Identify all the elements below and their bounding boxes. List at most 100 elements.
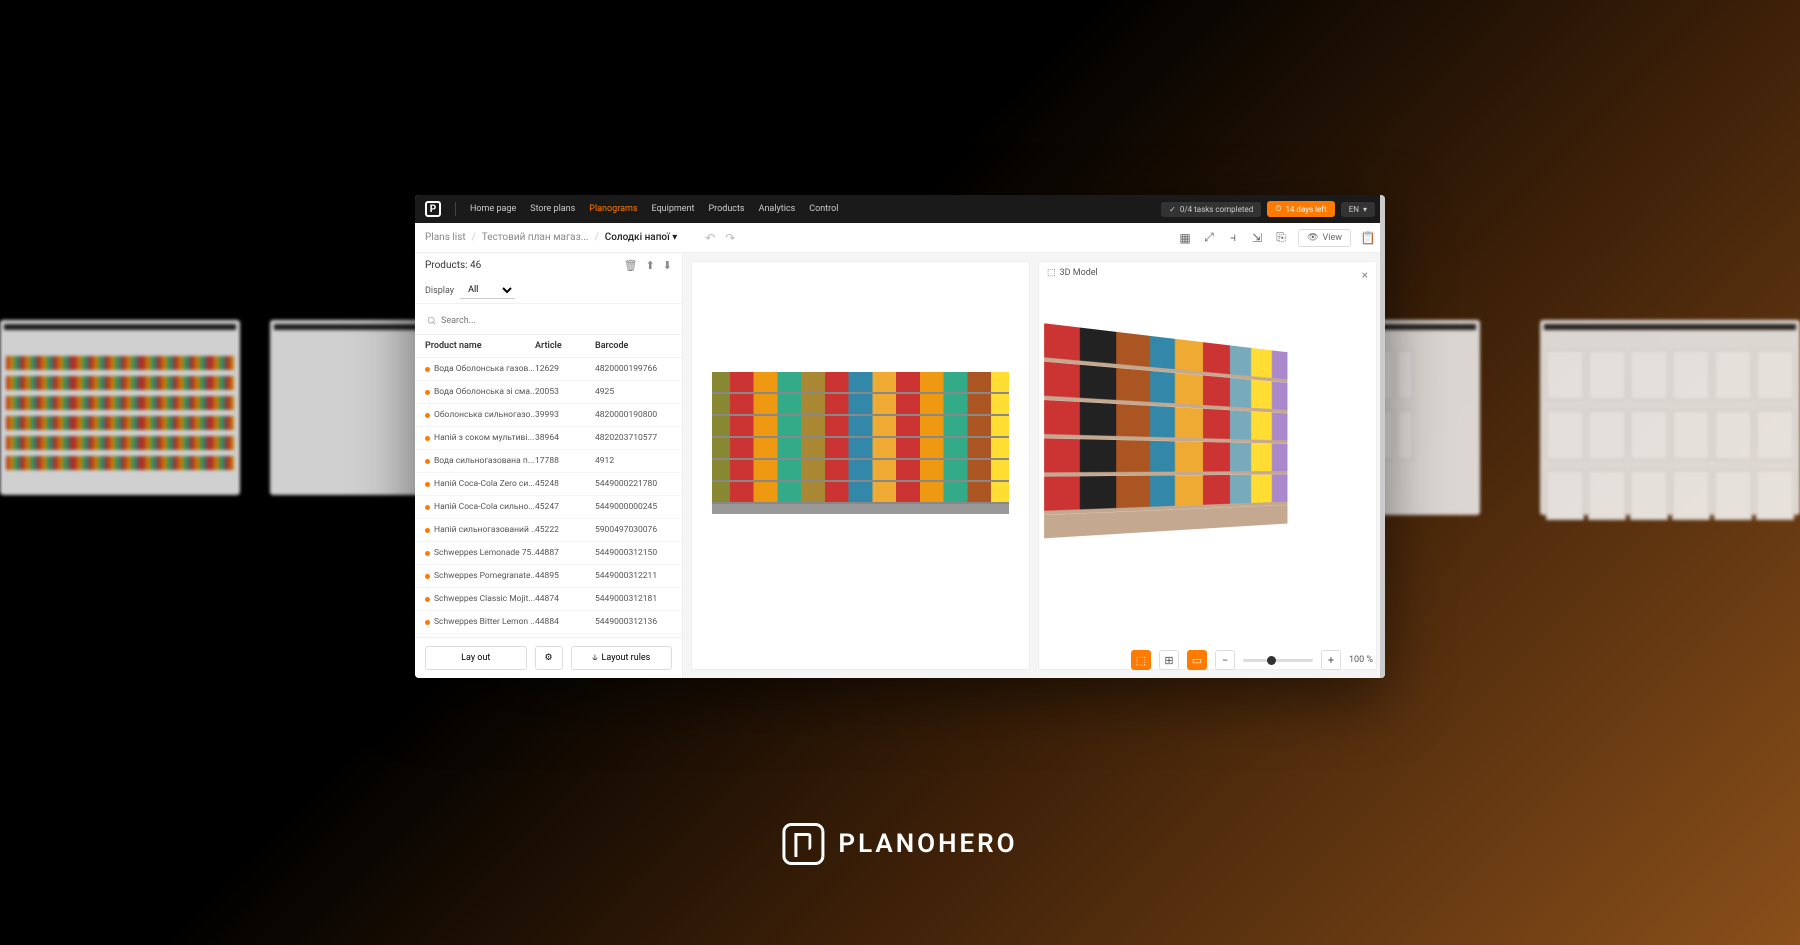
product-name: Напій сильногазований ...	[434, 525, 535, 535]
status-dot	[425, 459, 430, 464]
close-icon[interactable]: ×	[1362, 268, 1368, 282]
copy-icon[interactable]: ⎘	[1274, 231, 1288, 245]
layout-rules-button[interactable]: ⫝Layout rules	[571, 646, 673, 670]
product-article: 20053	[535, 387, 595, 397]
language-selector[interactable]: EN▾	[1341, 202, 1375, 217]
table-row[interactable]: Schweppes Classic Mojit...44874544900031…	[415, 588, 682, 611]
mode-btn-1[interactable]: ⬚	[1131, 650, 1151, 670]
table-row[interactable]: Schweppes Bitter Lemon ...44884544900031…	[415, 611, 682, 634]
nav-equipment[interactable]: Equipment	[652, 204, 695, 214]
table-row[interactable]: Напій з соком мультиві...389644820203710…	[415, 427, 682, 450]
zoom-value: 100 %	[1349, 655, 1373, 665]
display-filter: Display All	[415, 278, 682, 303]
calendar-icon[interactable]: 📋	[1361, 231, 1375, 245]
upload-icon[interactable]: ⬆	[646, 259, 655, 272]
status-dot	[425, 390, 430, 395]
product-name: Schweppes Classic Mojit...	[434, 594, 535, 604]
cube-icon: ⬚	[1047, 268, 1056, 278]
product-barcode: 5449000312136	[595, 617, 672, 627]
main-area: Products: 46 🗑 ⬆ ⬇ Display All Product n…	[415, 253, 1385, 678]
table-row[interactable]: Schweppes Lemonade 75...4488754490003121…	[415, 542, 682, 565]
product-article: 44895	[535, 571, 595, 581]
product-barcode: 4912	[595, 456, 672, 466]
product-name: Schweppes Bitter Lemon ...	[434, 617, 535, 627]
nav-planograms[interactable]: Planograms	[589, 204, 637, 214]
mode-btn-2[interactable]: ⊞	[1159, 650, 1179, 670]
grid-icon[interactable]: ▦	[1178, 231, 1192, 245]
table-row[interactable]: Напій сильногазований ...452225900497030…	[415, 519, 682, 542]
panel-3d-header: ⬚3D Model	[1047, 268, 1098, 278]
layout-settings-button[interactable]: ⚙	[535, 646, 563, 670]
status-dot	[425, 574, 430, 579]
nav-control[interactable]: Control	[809, 204, 838, 214]
product-name: Вода Оболонська зі сма...	[434, 387, 535, 397]
tasks-pill[interactable]: ✓0/4 tasks completed	[1161, 202, 1261, 217]
product-barcode: 5449000312150	[595, 548, 672, 558]
zoom-out-button[interactable]: −	[1215, 650, 1235, 670]
align-icon[interactable]: ⫞	[1226, 231, 1240, 245]
layout-button[interactable]: Lay out	[425, 646, 527, 670]
trial-pill[interactable]: ⏱14 days left	[1267, 201, 1335, 217]
table-row[interactable]: Оболонська сильногазо...3999348200001908…	[415, 404, 682, 427]
nav-products[interactable]: Products	[708, 204, 744, 214]
planogram-2d-panel[interactable]	[691, 261, 1030, 670]
nav-analytics[interactable]: Analytics	[759, 204, 796, 214]
product-name: Schweppes Pomegranate...	[434, 571, 535, 581]
download-icon[interactable]: ⬇	[663, 259, 672, 272]
zoom-in-button[interactable]: +	[1321, 650, 1341, 670]
zoom-controls: ⬚ ⊞ ▭ − + 100 %	[1131, 650, 1373, 670]
col-article[interactable]: Article	[535, 341, 595, 351]
product-article: 39993	[535, 410, 595, 420]
status-dot	[425, 482, 430, 487]
status-dot	[425, 620, 430, 625]
product-barcode: 4820203710577	[595, 433, 672, 443]
status-dot	[425, 597, 430, 602]
product-barcode: 5449000312181	[595, 594, 672, 604]
display-select[interactable]: All	[460, 282, 515, 299]
product-name: Напій з соком мультиві...	[434, 433, 534, 443]
col-barcode[interactable]: Barcode	[595, 341, 672, 351]
table-row[interactable]: Вода сильногазована п...177884912	[415, 450, 682, 473]
rules-icon: ⫝	[592, 653, 597, 663]
nav-storeplans[interactable]: Store plans	[530, 204, 575, 214]
planogram-3d-panel[interactable]: ⬚3D Model ×	[1038, 261, 1377, 670]
table-row[interactable]: Напій Coca-Cola Zero си...45248544900022…	[415, 473, 682, 496]
breadcrumb-item[interactable]: Тестовий план магаз...	[482, 232, 589, 243]
app-logo[interactable]: P	[425, 201, 441, 217]
status-dot	[425, 436, 430, 441]
nav-home[interactable]: Home page	[470, 204, 516, 214]
bg-window-preview	[1540, 320, 1800, 515]
delete-icon[interactable]: 🗑	[624, 259, 638, 272]
product-article: 45248	[535, 479, 595, 489]
redo-icon[interactable]: ↷	[723, 231, 737, 245]
top-navbar: P Home page Store plans Planograms Equip…	[415, 195, 1385, 223]
table-row[interactable]: Напій Coca-Cola сильно...452475449000000…	[415, 496, 682, 519]
search-input[interactable]	[425, 312, 672, 330]
mode-btn-3[interactable]: ▭	[1187, 650, 1207, 670]
fit-icon[interactable]: ⤢	[1202, 231, 1216, 245]
breadcrumb-item[interactable]: Plans list	[425, 232, 466, 243]
product-name: Напій Coca-Cola сильно...	[434, 502, 535, 512]
table-header: Product name Article Barcode	[415, 335, 682, 358]
table-row[interactable]: Вода Оболонська зі сма...200534925	[415, 381, 682, 404]
col-name[interactable]: Product name	[425, 341, 535, 351]
eye-icon: 👁	[1307, 233, 1318, 243]
sidebar-footer: Lay out ⚙ ⫝Layout rules	[415, 637, 682, 678]
status-dot	[425, 551, 430, 556]
export-icon[interactable]: ⇲	[1250, 231, 1264, 245]
breadcrumb-item-current[interactable]: Солодкі напої ▾	[605, 232, 678, 243]
product-article: 45247	[535, 502, 595, 512]
breadcrumb-divider: /	[595, 232, 599, 243]
display-label: Display	[425, 286, 454, 296]
view-button[interactable]: 👁View	[1298, 229, 1351, 247]
products-count: Products: 46	[425, 260, 481, 271]
zoom-slider[interactable]	[1243, 659, 1313, 662]
shelf-3d-visual	[1049, 332, 1356, 629]
brand-name: PLANOHERO	[838, 829, 1017, 859]
table-row[interactable]: Schweppes Pomegranate...4489554490003122…	[415, 565, 682, 588]
status-dot	[425, 505, 430, 510]
product-article: 44884	[535, 617, 595, 627]
table-row[interactable]: Вода Оболонська газов...1262948200001997…	[415, 358, 682, 381]
product-name: Напій Coca-Cola Zero си...	[434, 479, 535, 489]
undo-icon[interactable]: ↶	[703, 231, 717, 245]
